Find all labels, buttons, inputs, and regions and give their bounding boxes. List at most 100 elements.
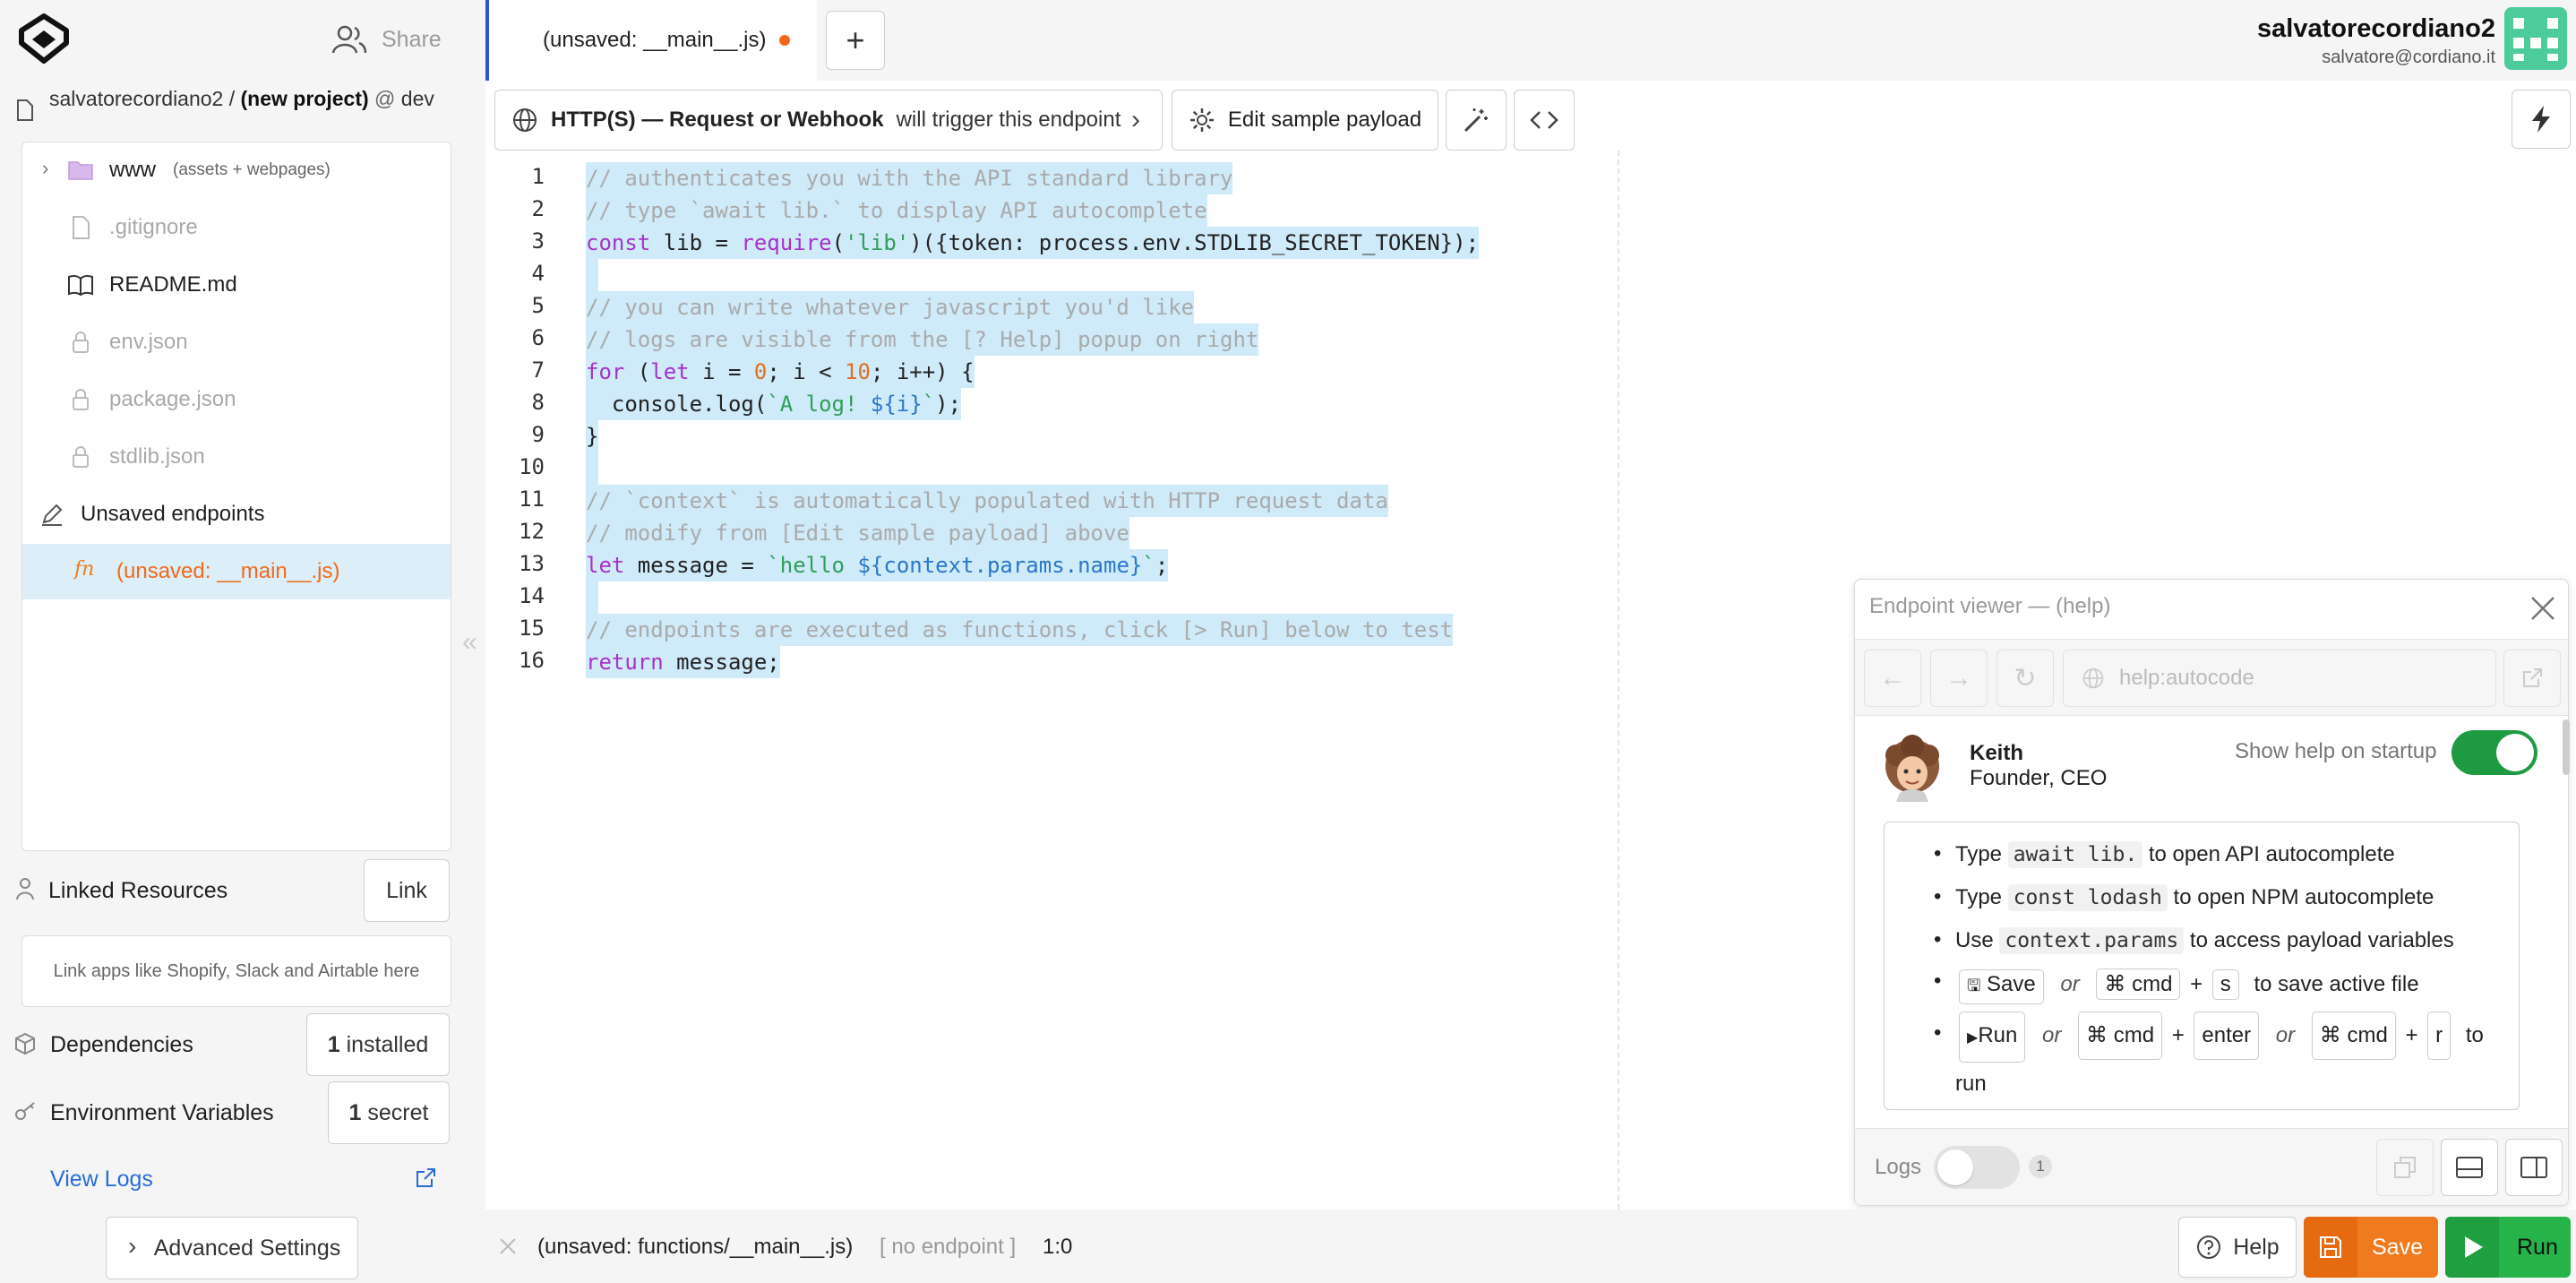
user-info[interactable]: salvatorecordiano2 salvatore@cordiano.it <box>2257 14 2495 68</box>
dependencies-label: Dependencies <box>50 1032 193 1057</box>
tab-main-js[interactable]: (unsaved: __main__.js) <box>485 0 817 81</box>
url-text: help:autocode <box>2119 666 2254 690</box>
startup-toggle[interactable] <box>2451 730 2537 775</box>
tree-item-gitignore[interactable]: .gitignore <box>22 200 451 255</box>
tip-code: context.params <box>1999 927 2185 954</box>
play-icon <box>2465 1236 2483 1258</box>
code-line: return message; <box>586 646 780 678</box>
kbd-cmd: ⌘ cmd <box>2096 969 2181 1000</box>
dependencies-button[interactable]: 1 installed <box>306 1013 450 1076</box>
globe-icon <box>513 108 537 132</box>
breadcrumb-project[interactable]: (new project) <box>241 87 369 110</box>
code-token: ); <box>935 392 962 417</box>
code-line: // `context` is automatically populated … <box>586 485 1388 517</box>
line-number: 3 <box>531 228 545 254</box>
play-icon: ▶ <box>1967 1030 1979 1046</box>
external-link-icon[interactable] <box>414 1167 437 1190</box>
view-logs-link[interactable]: View Logs <box>50 1167 153 1193</box>
tab-label: (unsaved: __main__.js) <box>543 28 767 52</box>
share-button[interactable]: Share <box>331 20 442 59</box>
sidebar: Share salvatorecordiano2 / (new project)… <box>0 0 485 1283</box>
panel-scrollbar[interactable] <box>2563 719 2570 775</box>
tree-group-unsaved-endpoints[interactable]: Unsaved endpoints <box>22 487 451 542</box>
magic-wand-icon <box>1464 108 1488 133</box>
link-button[interactable]: Link <box>364 859 450 922</box>
refresh-button[interactable]: ↻ <box>1996 650 2054 707</box>
tree-item-env-json[interactable]: env.json <box>22 314 451 370</box>
keith-avatar <box>1885 735 1939 802</box>
kbd-label: cmd <box>2113 1023 2155 1047</box>
logs-label: Logs <box>1875 1155 1922 1179</box>
file-icon <box>73 216 90 239</box>
line-number: 5 <box>531 293 545 318</box>
quick-actions-button[interactable] <box>2512 90 2571 149</box>
env-vars-button[interactable]: 1 secret <box>328 1081 450 1144</box>
key-icon <box>15 1102 35 1120</box>
logs-toggle[interactable] <box>1934 1146 2020 1189</box>
tree-item-stdlib-json[interactable]: stdlib.json <box>22 429 451 485</box>
dock-bottom-icon <box>2456 1157 2483 1178</box>
toggle-knob <box>2496 734 2534 771</box>
env-vars-suffix: secret <box>367 1099 429 1125</box>
breadcrumb-user[interactable]: salvatorecordiano2 <box>49 87 223 110</box>
save-button[interactable]: Save <box>2304 1217 2438 1278</box>
code-line: } <box>586 420 599 452</box>
pencil-icon <box>42 504 63 526</box>
help-icon <box>2197 1236 2221 1259</box>
code-view-button[interactable] <box>1514 90 1575 151</box>
toggle-knob <box>1937 1150 1973 1185</box>
run-button[interactable]: Run <box>2445 1217 2571 1278</box>
forward-button[interactable]: → <box>1930 650 1988 707</box>
back-button[interactable]: ← <box>1864 650 1921 707</box>
user-avatar[interactable] <box>2504 7 2567 70</box>
chevron-right-icon[interactable]: › <box>42 157 48 180</box>
trigger-selector[interactable]: HTTP(S) — Request or Webhook will trigge… <box>494 90 1163 151</box>
edit-sample-payload-label: Edit sample payload <box>1227 108 1422 132</box>
help-button[interactable]: Help <box>2178 1217 2297 1278</box>
tree-item-main-js[interactable]: fn (unsaved: __main__.js) <box>22 544 451 599</box>
close-icon[interactable] <box>498 1236 518 1256</box>
kbd-s: s <box>2211 969 2239 1000</box>
magic-wand-button[interactable] <box>1446 90 1507 151</box>
line-number: 4 <box>531 261 545 286</box>
trigger-description: will trigger this endpoint <box>896 108 1121 132</box>
arrow-right-icon: → <box>1945 663 1972 693</box>
tree-item-readme[interactable]: README.md <box>22 257 451 313</box>
line-number: 7 <box>531 357 545 383</box>
line-number: 16 <box>519 648 545 673</box>
tree-item-package-json[interactable]: package.json <box>22 372 451 427</box>
tree-item-label: package.json <box>109 387 236 411</box>
unsaved-dot-icon <box>779 35 790 46</box>
lock-icon <box>73 332 89 353</box>
code-token: require <box>741 230 832 255</box>
code-line: for (let i = 0; i < 10; i++) { <box>586 356 975 388</box>
edit-sample-payload-button[interactable]: Edit sample payload <box>1172 90 1438 151</box>
dependencies-suffix: installed <box>346 1031 429 1057</box>
breadcrumb-env[interactable]: dev <box>401 87 434 110</box>
env-vars-label: Environment Variables <box>50 1100 274 1125</box>
endpoint-viewer-panel: Endpoint viewer — (help) ← → ↻ help:auto… <box>1854 579 2570 1206</box>
url-bar[interactable]: help:autocode <box>2063 650 2496 707</box>
collapse-sidebar-icon[interactable]: « <box>462 627 477 658</box>
tree-item-label: www <box>109 158 156 182</box>
copy-button[interactable] <box>2376 1139 2434 1196</box>
dock-right-button[interactable] <box>2505 1139 2563 1196</box>
open-external-button[interactable] <box>2503 650 2561 707</box>
dock-bottom-button[interactable] <box>2441 1139 2498 1196</box>
tip-plus: + <box>2190 972 2203 996</box>
tree-item-www[interactable]: › www (assets + webpages) <box>22 142 451 198</box>
globe-icon <box>2082 667 2104 689</box>
code-line-empty <box>586 581 598 614</box>
line-number: 12 <box>519 519 545 544</box>
advanced-settings-button[interactable]: › Advanced Settings <box>106 1217 358 1279</box>
save-icon: 🖫 <box>1967 977 1981 995</box>
close-icon[interactable] <box>2529 594 2557 623</box>
kbd-label: Run <box>1978 1023 2018 1047</box>
autocode-logo-icon[interactable] <box>14 13 73 66</box>
tip-text: to save active file <box>2254 972 2419 996</box>
linked-resources-hint: Link apps like Shopify, Slack and Airtab… <box>21 935 451 1007</box>
tip-code: const lodash <box>2007 884 2168 911</box>
new-tab-button[interactable]: + <box>826 11 885 70</box>
advanced-settings-label: Advanced Settings <box>153 1235 341 1261</box>
code-token: message; <box>663 650 780 675</box>
